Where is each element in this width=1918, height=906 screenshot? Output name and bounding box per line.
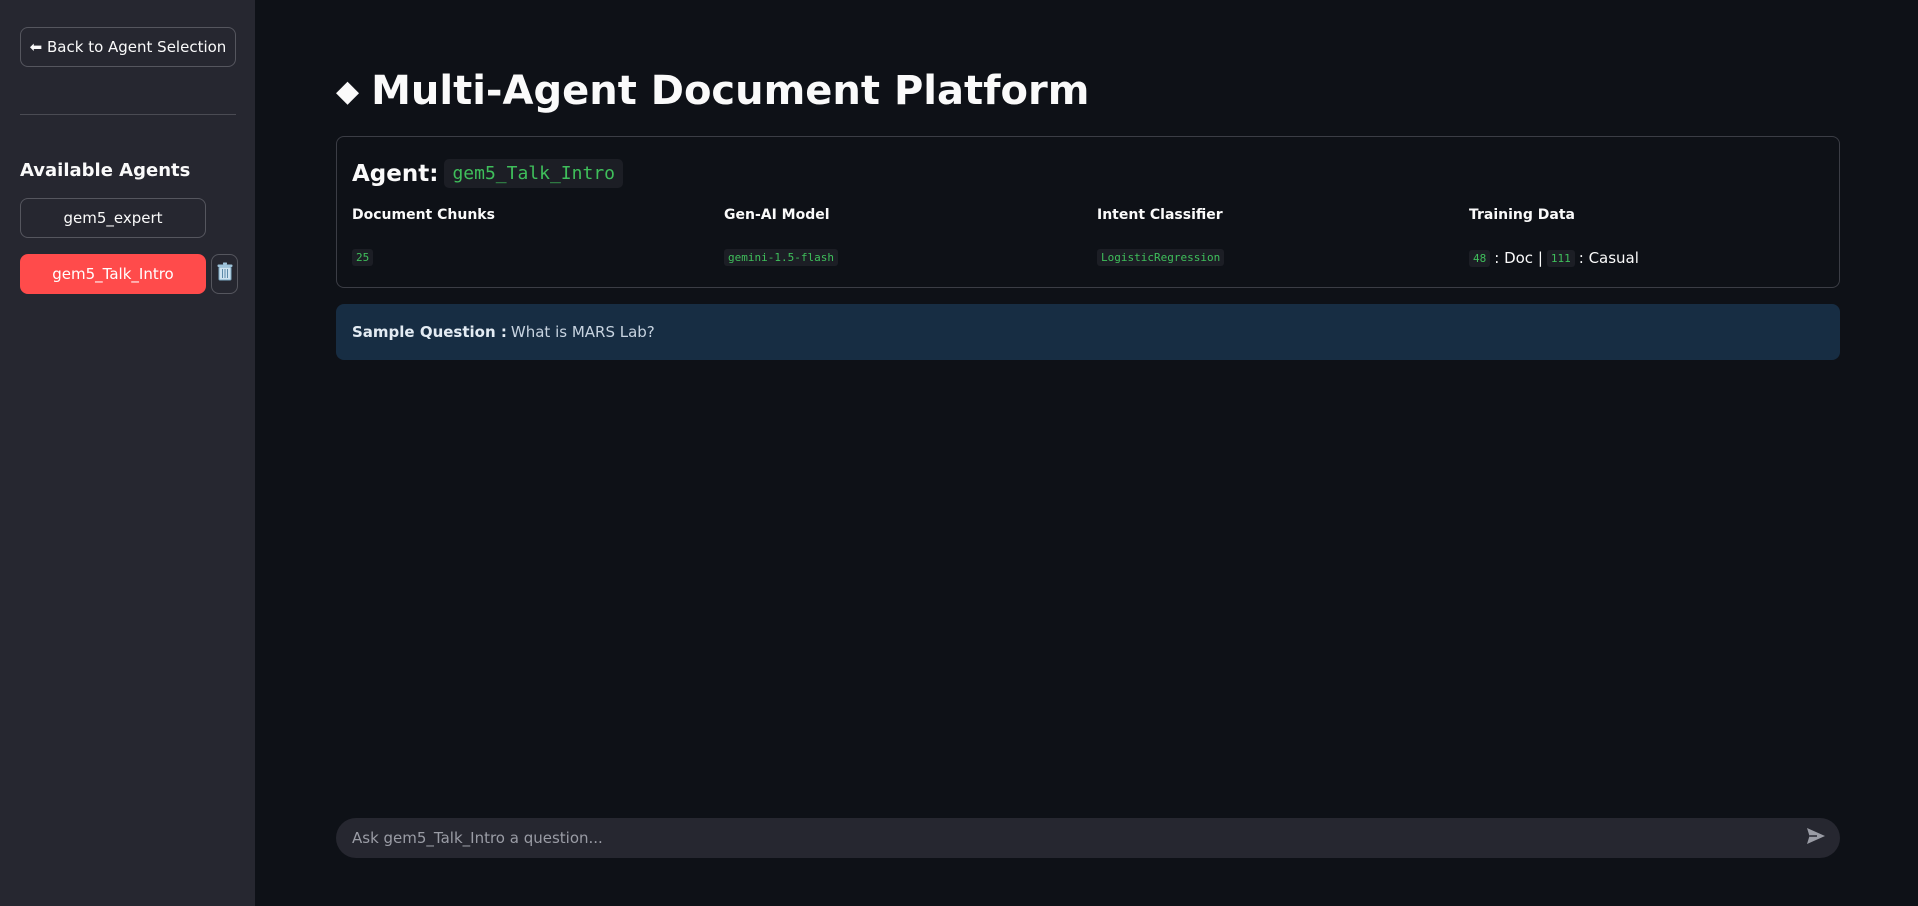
stat-training-data: Training Data 48 : Doc | 111 : Casual [1469,207,1829,267]
stat-document-chunks: Document Chunks 25 [352,207,712,266]
delete-agent-button[interactable] [211,254,238,294]
agent-label: Agent: [352,160,439,187]
page-title: ◆ Multi-Agent Document Platform [336,68,1089,114]
agent-name-code: gem5_Talk_Intro [444,159,623,188]
sample-question-label: Sample Question : [352,323,507,341]
stat-value: 48 : Doc | 111 : Casual [1469,249,1639,267]
sidebar-divider [20,114,236,115]
available-agents-heading: Available Agents [20,160,191,181]
stat-label: Gen-AI Model [724,207,830,223]
agent-info-card: Agent: gem5_Talk_Intro Document Chunks 2… [336,136,1840,288]
document-chunks-value: 25 [352,249,374,266]
stat-gen-ai-model: Gen-AI Model gemini-1.5-flash [724,207,1084,266]
gen-ai-model-value: gemini-1.5-flash [724,249,838,266]
stat-intent-classifier: Intent Classifier LogisticRegression [1097,207,1457,266]
agent-button-gem5-talk-intro[interactable]: gem5_Talk_Intro [20,254,206,294]
stat-value: 25 [352,249,374,266]
chat-input-bar [336,818,1840,858]
stat-value: gemini-1.5-flash [724,249,838,266]
chat-input[interactable] [336,818,1796,858]
agent-name-line: Agent: gem5_Talk_Intro [352,159,623,188]
sidebar: ⬅ Back to Agent Selection Available Agen… [0,0,255,906]
stat-value: LogisticRegression [1097,249,1225,266]
diamond-icon: ◆ [336,73,360,109]
intent-classifier-value: LogisticRegression [1097,249,1225,266]
trash-icon [216,262,234,286]
back-to-agent-selection-button[interactable]: ⬅ Back to Agent Selection [20,27,236,67]
training-casual-count: 111 [1546,249,1575,267]
sample-question-box: Sample Question : What is MARS Lab? [336,304,1840,360]
stat-label: Intent Classifier [1097,207,1223,223]
training-doc-count: 48 [1469,249,1491,267]
training-casual-text: : Casual [1578,249,1639,267]
stat-label: Training Data [1469,207,1575,223]
stat-label: Document Chunks [352,207,495,223]
agent-button-gem5-expert[interactable]: gem5_expert [20,198,206,238]
page-title-text: Multi-Agent Document Platform [371,68,1090,114]
send-button[interactable] [1796,818,1836,858]
training-doc-text: : Doc | [1494,249,1543,267]
send-icon [1806,827,1826,849]
sample-question-text: What is MARS Lab? [510,323,655,341]
